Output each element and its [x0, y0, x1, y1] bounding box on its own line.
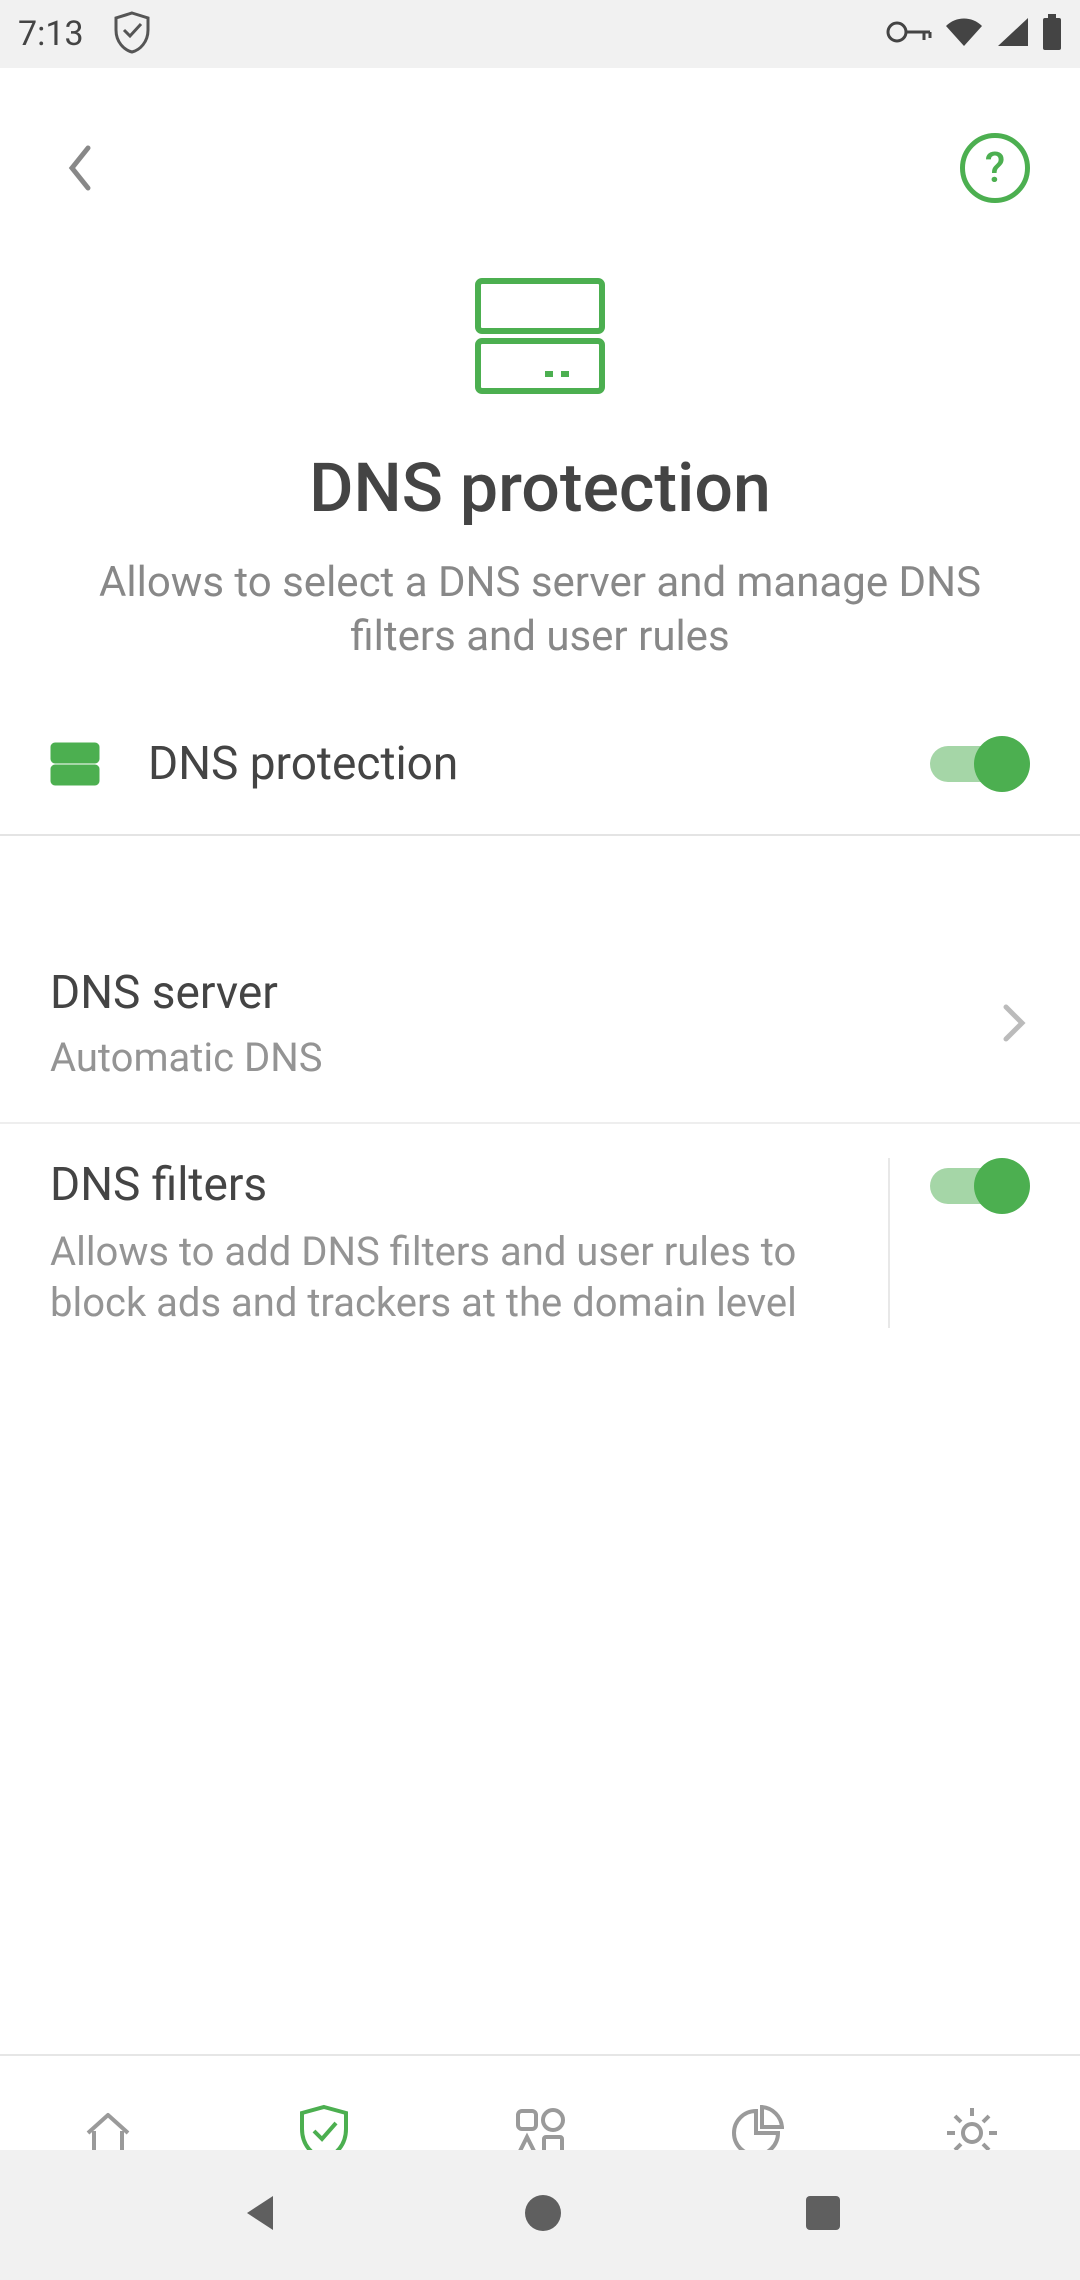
- help-icon: ?: [985, 144, 1005, 193]
- page-subtitle: Allows to select a DNS server and manage…: [60, 556, 1020, 664]
- status-bar: 7:13: [0, 0, 1080, 68]
- vpn-key-icon: [886, 19, 932, 49]
- dns-protection-toggle-row[interactable]: DNS protection: [0, 704, 1080, 836]
- dns-server-title: DNS server: [50, 966, 998, 1020]
- chevron-left-icon: [62, 140, 98, 196]
- signal-icon: [996, 16, 1030, 52]
- dns-server-icon: [475, 278, 605, 398]
- system-nav-bar: [0, 2150, 1080, 2280]
- dns-server-row[interactable]: DNS server Automatic DNS: [0, 936, 1080, 1124]
- hero-section: DNS protection Allows to select a DNS se…: [0, 268, 1080, 704]
- dns-protection-label: DNS protection: [148, 737, 930, 791]
- dns-filters-title: DNS filters: [50, 1158, 848, 1212]
- dns-filters-switch[interactable]: [930, 1158, 1030, 1214]
- back-button[interactable]: [50, 138, 110, 198]
- dns-server-value: Automatic DNS: [50, 1032, 998, 1084]
- chevron-right-icon: [998, 999, 1030, 1051]
- dns-filters-row[interactable]: DNS filters Allows to add DNS filters an…: [0, 1124, 1080, 1376]
- dns-filters-desc: Allows to add DNS filters and user rules…: [50, 1226, 848, 1328]
- help-button[interactable]: ?: [960, 133, 1030, 203]
- dns-protection-switch[interactable]: [930, 736, 1030, 792]
- page-title: DNS protection: [60, 448, 1020, 528]
- settings-list: DNS server Automatic DNS DNS filters All…: [0, 836, 1080, 1376]
- vertical-divider: [888, 1158, 890, 1328]
- shield-outline-icon: [112, 10, 152, 58]
- sys-home-button[interactable]: [520, 2190, 566, 2240]
- wifi-icon: [944, 16, 984, 52]
- battery-icon: [1042, 14, 1062, 54]
- status-time: 7:13: [18, 14, 84, 54]
- app-bar: ?: [0, 68, 1080, 268]
- sys-back-button[interactable]: [237, 2190, 283, 2240]
- sys-recent-button[interactable]: [803, 2193, 843, 2237]
- dns-icon: [50, 739, 100, 789]
